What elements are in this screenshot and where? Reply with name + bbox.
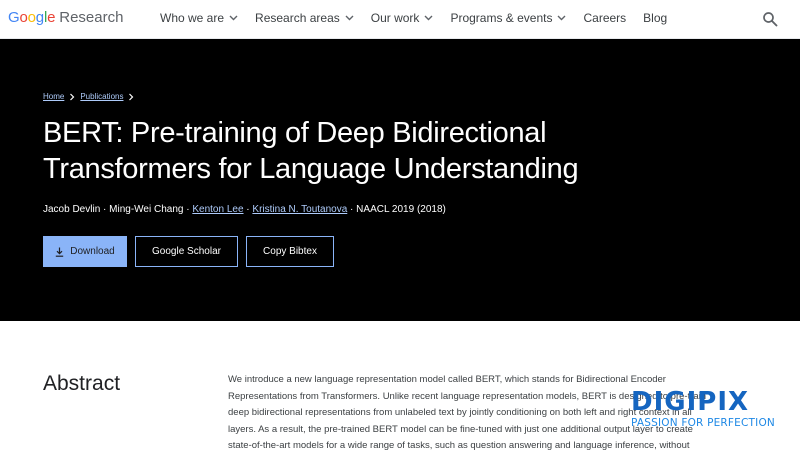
watermark-brand-part: DIGI	[631, 387, 698, 417]
watermark-brand-part: PIX	[697, 387, 750, 417]
logo-research-text: Research	[59, 9, 124, 26]
search-icon[interactable]	[762, 11, 778, 27]
breadcrumb-home[interactable]: Home	[43, 92, 64, 101]
nav-careers[interactable]: Careers	[583, 11, 626, 25]
top-navigation: Google Research Who we are Research area…	[0, 0, 800, 39]
breadcrumb: Home Publications	[43, 92, 139, 101]
chevron-down-icon	[229, 15, 238, 21]
chevron-down-icon	[557, 15, 566, 21]
chevron-right-icon	[70, 93, 75, 100]
author-name: Ming-Wei Chang	[109, 204, 184, 215]
nav-label: Programs & events	[450, 11, 553, 25]
nav-research-areas[interactable]: Research areas	[255, 11, 354, 25]
abstract-line: state-of-the-art models for a wide range…	[228, 440, 690, 450]
paper-title: BERT: Pre-training of Deep Bidirectional…	[43, 115, 643, 187]
action-buttons: Download Google Scholar Copy Bibtex	[43, 236, 342, 267]
author-list: Jacob Devlin · Ming-Wei Chang · Kenton L…	[43, 204, 446, 215]
chevron-right-icon	[129, 93, 134, 100]
copy-bibtex-button[interactable]: Copy Bibtex	[246, 236, 334, 267]
author-separator: ·	[347, 204, 357, 215]
copy-bibtex-label: Copy Bibtex	[263, 246, 317, 257]
main-nav: Who we are Research areas Our work Progr…	[160, 11, 684, 25]
google-scholar-label: Google Scholar	[152, 246, 221, 257]
author-link-kristina-toutanova[interactable]: Kristina N. Toutanova	[252, 204, 347, 215]
nav-blog[interactable]: Blog	[643, 11, 667, 25]
watermark-tagline: PASSION FOR PERFECTION	[631, 417, 775, 429]
nav-label: Who we are	[160, 11, 225, 25]
nav-label: Our work	[370, 11, 420, 25]
chevron-down-icon	[424, 15, 433, 21]
abstract-heading: Abstract	[43, 372, 121, 395]
download-button[interactable]: Download	[43, 236, 127, 267]
google-research-logo[interactable]: Google Research	[8, 9, 123, 29]
venue-label: NAACL 2019 (2018)	[356, 204, 446, 215]
google-scholar-button[interactable]: Google Scholar	[135, 236, 238, 267]
download-icon	[56, 247, 64, 257]
watermark-brand: DIGI PIX	[631, 389, 797, 415]
nav-label: Blog	[643, 11, 668, 25]
download-label: Download	[70, 246, 115, 257]
publication-hero: Home Publications BERT: Pre-training of …	[0, 39, 800, 321]
author-link-kenton-lee[interactable]: Kenton Lee	[192, 204, 243, 215]
nav-label: Careers	[583, 11, 627, 25]
paper-title-line: Transformers for Language Understanding	[43, 153, 579, 185]
paper-title-line: BERT: Pre-training of Deep Bidirectional	[43, 117, 547, 149]
digipix-watermark: DIGI PIX PASSION FOR PERFECTION	[631, 389, 797, 431]
author-separator: ·	[183, 204, 193, 215]
author-separator: ·	[100, 204, 110, 215]
nav-label: Research areas	[255, 11, 340, 25]
breadcrumb-publications[interactable]: Publications	[80, 92, 123, 101]
author-name: Jacob Devlin	[43, 204, 101, 215]
nav-programs-events[interactable]: Programs & events	[450, 11, 566, 25]
nav-our-work[interactable]: Our work	[371, 11, 434, 25]
google-wordmark: Google	[8, 9, 56, 26]
chevron-down-icon	[345, 15, 354, 21]
nav-who-we-are[interactable]: Who we are	[160, 11, 238, 25]
